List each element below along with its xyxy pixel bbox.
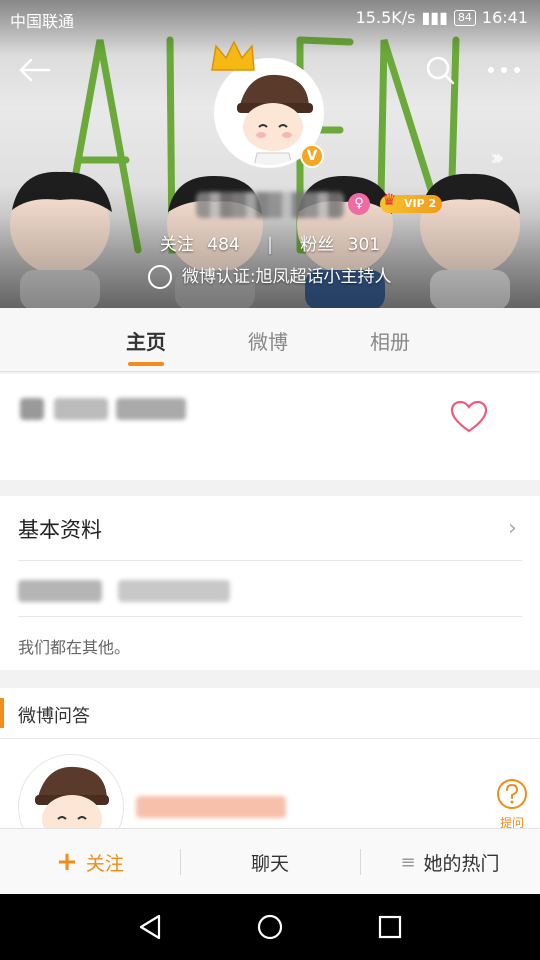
follow-label: 关注 — [85, 852, 124, 875]
hot-label: 她的热门 — [423, 852, 500, 875]
bottom-action-bar: + 关注 聊天 ≡ 她的热门 — [0, 828, 540, 894]
profile-motto: 我们都在其他。 — [18, 638, 131, 657]
divider — [18, 616, 522, 617]
system-home-button[interactable] — [253, 910, 287, 944]
square-recents-icon — [378, 915, 402, 939]
system-back-button[interactable] — [133, 910, 167, 944]
heart-icon[interactable] — [450, 400, 488, 434]
chat-button[interactable]: 聊天 — [180, 829, 360, 895]
system-navigation-bar — [0, 894, 540, 960]
followers-count: 301 — [347, 235, 381, 255]
search-button[interactable] — [420, 50, 460, 90]
verification-text: 微博认证:旭凤超话小主持人 — [181, 267, 392, 287]
profile-tabs: 主页 微博 相册 — [0, 308, 540, 372]
search-icon — [426, 56, 455, 85]
female-gender-icon: ♀ — [348, 193, 370, 215]
more-button[interactable] — [484, 50, 524, 90]
chat-label: 聊天 — [250, 852, 289, 875]
verification-line: 微博认证:旭凤超话小主持人 — [0, 262, 540, 289]
verification-icon — [148, 265, 173, 289]
tab-weibo[interactable]: 微博 — [248, 326, 288, 355]
hot-posts-button[interactable]: ≡ 她的热门 — [360, 829, 540, 895]
verified-badge-icon: V — [300, 144, 324, 168]
back-button[interactable] — [14, 50, 54, 90]
following-label: 关注 — [159, 235, 194, 255]
vip-crown-icon: ♛ — [382, 190, 397, 209]
question-icon — [497, 779, 527, 809]
status-bar: 中国联通 15.5K/s ▮▮▮ 84 16:41 — [0, 0, 540, 36]
carrier-label: 中国联通 — [10, 12, 75, 31]
tab-home[interactable]: 主页 — [126, 326, 166, 355]
followers-stat[interactable]: 粉丝 301 — [296, 235, 384, 255]
qa-title: 微博问答 — [18, 706, 90, 727]
profile-name-redacted — [196, 192, 344, 218]
plus-icon: + — [56, 847, 78, 877]
signal-icon: ▮▮▮ — [421, 8, 448, 27]
stats-divider: | — [267, 235, 273, 255]
clock: 16:41 — [481, 8, 528, 27]
info-field-redacted — [18, 580, 102, 602]
following-count: 484 — [207, 235, 240, 255]
chevron-right-icon[interactable]: › — [508, 516, 517, 541]
network-speed: 15.5K/s — [355, 8, 416, 27]
following-stat[interactable]: 关注 484 — [156, 235, 249, 255]
vip-badge[interactable]: ♛ VIP 2 — [380, 191, 443, 213]
follow-button[interactable]: + 关注 — [0, 829, 180, 895]
circle-home-icon — [257, 914, 283, 940]
bio-redacted — [54, 398, 108, 420]
bio-redacted — [20, 398, 44, 420]
basic-info-card: 基本资料 › 我们都在其他。 — [0, 496, 540, 670]
arrow-left-icon — [19, 58, 51, 82]
more-dots-icon — [488, 67, 520, 73]
active-tab-indicator — [128, 362, 164, 366]
qa-name-redacted — [136, 796, 286, 818]
ask-question-button[interactable]: 提问 — [494, 778, 530, 831]
profile-stats: 关注 484 | 粉丝 301 — [0, 230, 540, 255]
crown-icon — [211, 40, 255, 71]
menu-icon: ≡ — [400, 851, 416, 873]
bio-redacted — [116, 398, 186, 420]
system-recents-button[interactable] — [373, 910, 407, 944]
battery-icon: 84 — [453, 9, 476, 26]
divider — [0, 738, 540, 739]
chevron-right-icon[interactable]: ››› — [490, 146, 505, 171]
vip-label: VIP 2 — [404, 197, 437, 210]
info-value-redacted — [118, 580, 230, 602]
triangle-back-icon — [139, 914, 161, 940]
qa-card: 微博问答 提问 — [0, 688, 540, 860]
section-accent-bar — [0, 698, 4, 728]
followers-label: 粉丝 — [300, 235, 335, 255]
basic-info-title[interactable]: 基本资料 — [18, 514, 102, 544]
status-indicators: 15.5K/s ▮▮▮ 84 16:41 — [356, 8, 528, 27]
divider — [18, 560, 522, 561]
tab-album[interactable]: 相册 — [370, 326, 410, 355]
